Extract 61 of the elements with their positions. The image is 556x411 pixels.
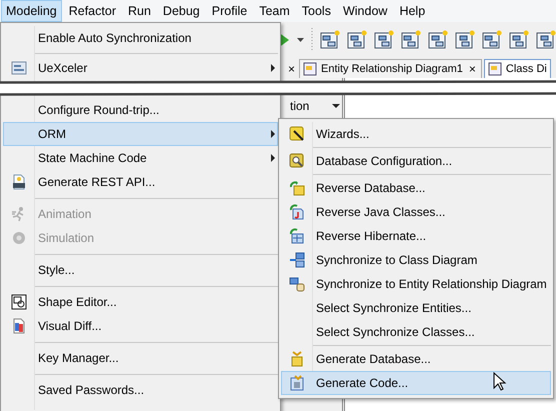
shapes-icon — [11, 294, 27, 310]
menu-title[interactable]: Help — [394, 0, 430, 22]
close-tab-button[interactable]: × — [466, 60, 478, 78]
menu-item[interactable]: Database Configuration... — [281, 149, 551, 173]
editor-tab[interactable]: Entity Relationship Diagram1 × — [299, 59, 482, 78]
database-search-icon — [289, 153, 305, 169]
diagram-sync-icon — [289, 252, 305, 268]
diagram-icon — [303, 62, 318, 76]
entity-sync-icon — [289, 276, 305, 292]
diagram-icon — [488, 62, 502, 76]
close-tab-button[interactable]: × — [286, 60, 298, 78]
menu-title[interactable]: Modeling — [1, 0, 62, 22]
menu-item[interactable]: Visual Diff... — [3, 314, 278, 338]
diagram-tool-icon[interactable] — [509, 30, 529, 50]
compare-icon — [11, 318, 27, 334]
editor-tab[interactable]: Class Di — [484, 59, 551, 78]
database-icon — [289, 180, 305, 196]
panel-dropdown[interactable]: tion — [290, 99, 340, 113]
menu-item[interactable]: Synchronize to Entity Relationship Diagram — [281, 272, 551, 296]
menu-title[interactable]: Debug — [158, 0, 205, 22]
menu-item[interactable]: Reverse Hibernate... — [281, 224, 551, 248]
menu-title[interactable]: Run — [122, 0, 156, 22]
menu-item[interactable]: Saved Passwords... — [3, 378, 278, 402]
diagram-tool-icon[interactable] — [428, 30, 448, 50]
diagram-tool-icon[interactable] — [536, 30, 556, 50]
menu-item[interactable]: Select Synchronize Entities... — [281, 296, 551, 320]
menu-item[interactable]: Shape Editor... — [3, 290, 278, 314]
menu-item[interactable]: UeXceler — [3, 56, 278, 80]
diagram-tool-icon[interactable] — [401, 30, 421, 50]
menu-item[interactable]: Reverse Java Classes... — [281, 200, 551, 224]
menu-title[interactable]: Refactor — [64, 0, 121, 22]
database-icon — [289, 351, 305, 367]
diagram-tool-icon[interactable] — [455, 30, 475, 50]
code-file-icon — [289, 375, 305, 391]
menu-item[interactable]: Wizards... — [281, 122, 551, 146]
menu-item[interactable]: Synchronize to Class Diagram — [281, 248, 551, 272]
menu-item[interactable]: Generate REST API... — [3, 170, 278, 194]
menu-item[interactable]: Enable Auto Synchronization — [3, 26, 278, 50]
menu-item[interactable]: Generate Database... — [281, 347, 551, 371]
database-sync-icon — [289, 228, 305, 244]
diagram-tool-icon[interactable] — [320, 30, 340, 50]
class-file-icon — [289, 204, 305, 220]
menu-item[interactable]: Configure Round-trip... — [3, 98, 278, 122]
menu-item[interactable]: Key Manager... — [3, 346, 278, 370]
menu-item[interactable]: Generate Code... — [281, 371, 551, 395]
menu-item[interactable]: Reverse Database... — [281, 176, 551, 200]
menu-item[interactable]: Style... — [3, 258, 278, 282]
diagram-tool-icon[interactable] — [347, 30, 367, 50]
dropdown-caret-icon[interactable] — [297, 38, 304, 42]
document-icon — [11, 174, 27, 190]
menu-item[interactable]: ORM — [3, 122, 278, 146]
menu-title[interactable]: Window — [338, 0, 392, 22]
list-icon — [11, 60, 27, 76]
menu-title[interactable]: Tools — [296, 0, 336, 22]
wand-icon — [289, 126, 305, 142]
menu-title[interactable]: Profile — [206, 0, 252, 22]
menu-item[interactable]: Select Synchronize Classes... — [281, 320, 551, 344]
diagram-tool-icon[interactable] — [482, 30, 502, 50]
menu-title[interactable]: Team — [254, 0, 295, 22]
mouse-pointer-icon — [493, 372, 507, 392]
diagram-tool-icon[interactable] — [374, 30, 394, 50]
